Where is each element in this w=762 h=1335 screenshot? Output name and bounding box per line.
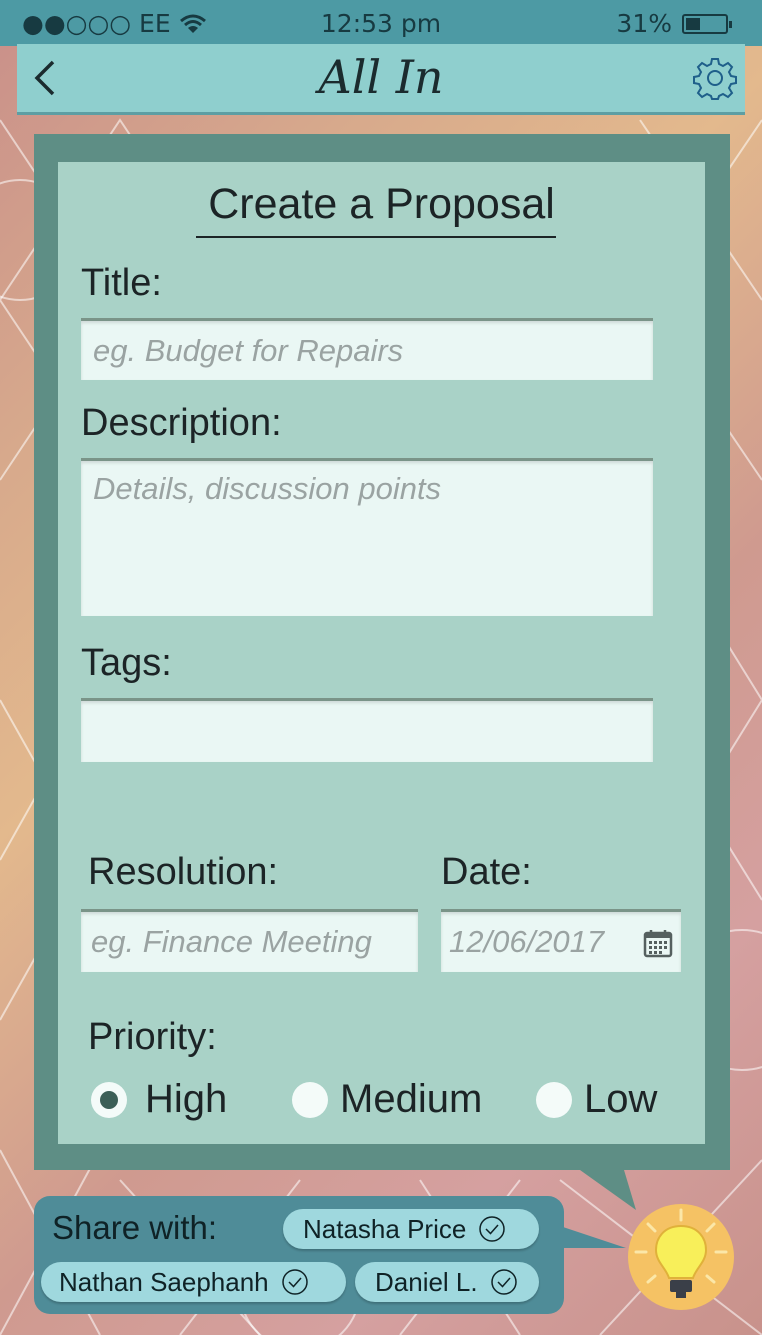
description-textarea[interactable]: Details, discussion points	[81, 458, 653, 616]
share-chip-daniel[interactable]: Daniel L.	[355, 1262, 539, 1302]
share-with-label: Share with:	[52, 1209, 218, 1246]
title-label: Title:	[81, 262, 162, 304]
radio-unselected-indicator[interactable]	[292, 1081, 328, 1118]
date-value: 12/06/2017	[449, 924, 605, 959]
priority-low-radio[interactable]: Low	[536, 1077, 657, 1122]
priority-medium-label: Medium	[340, 1077, 483, 1121]
page-title: Create a Proposal	[208, 180, 555, 228]
share-chip-name: Natasha Price	[303, 1213, 467, 1244]
check-circle-icon[interactable]	[281, 1268, 309, 1296]
nav-bar: All In	[17, 44, 745, 115]
priority-high-radio[interactable]: High	[91, 1077, 227, 1122]
priority-high-label: High	[145, 1077, 228, 1121]
priority-low-label: Low	[584, 1077, 658, 1121]
share-chip-name: Nathan Saephanh	[59, 1266, 269, 1297]
app-title: All In	[318, 50, 444, 104]
status-bar: ●●○○○ EE 12:53 pm 31%	[0, 0, 762, 46]
share-panel-tail	[560, 1226, 626, 1248]
date-input[interactable]: 12/06/2017	[441, 909, 681, 972]
check-circle-icon[interactable]	[478, 1215, 506, 1243]
title-input[interactable]: eg. Budget for Repairs	[81, 318, 653, 380]
resolution-label: Resolution:	[88, 851, 279, 893]
lightbulb-icon[interactable]	[626, 1202, 736, 1312]
priority-medium-radio[interactable]: Medium	[292, 1077, 482, 1122]
date-label: Date:	[441, 851, 532, 893]
share-chip-nathan[interactable]: Nathan Saephanh	[41, 1262, 346, 1302]
battery-percent: 31%	[616, 9, 672, 38]
description-label: Description:	[81, 402, 282, 444]
share-chip-name: Daniel L.	[375, 1266, 478, 1297]
battery-icon	[682, 13, 732, 34]
priority-label: Priority:	[88, 1016, 217, 1058]
tags-label: Tags:	[81, 642, 172, 684]
radio-selected-indicator[interactable]	[91, 1081, 127, 1118]
resolution-input[interactable]: eg. Finance Meeting	[81, 909, 418, 972]
gear-icon[interactable]	[693, 56, 737, 100]
title-underline	[196, 236, 556, 238]
calendar-icon[interactable]	[643, 928, 673, 958]
tags-input[interactable]	[81, 698, 653, 762]
check-circle-icon[interactable]	[490, 1268, 518, 1296]
radio-unselected-indicator[interactable]	[536, 1081, 572, 1118]
share-chip-natasha[interactable]: Natasha Price	[283, 1209, 539, 1249]
